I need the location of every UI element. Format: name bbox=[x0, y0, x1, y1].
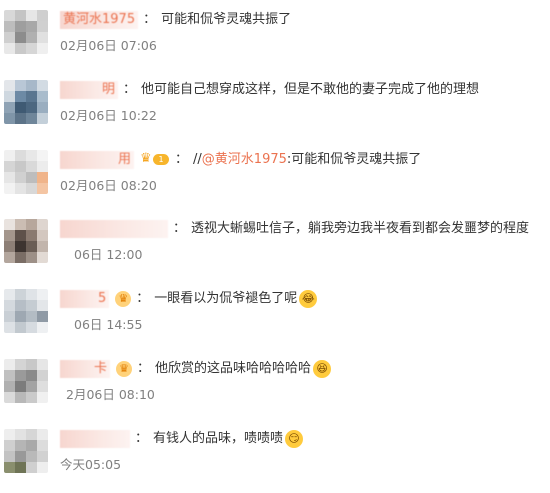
comment-item: 用 ♛ 1 ： //@黄河水1975:可能和侃爷灵魂共振了 02月06日 08:20 bbox=[0, 148, 550, 208]
comment-line: 用 ♛ 1 ： //@黄河水1975:可能和侃爷灵魂共振了 bbox=[60, 150, 421, 170]
comment-line: 黄河水1975 ： 可能和侃爷灵魂共振了 bbox=[60, 10, 291, 30]
comment-text: :可能和侃爷灵魂共振了 bbox=[286, 152, 422, 167]
separator: ： bbox=[136, 291, 150, 306]
avatar[interactable] bbox=[4, 150, 48, 194]
separator: ： bbox=[137, 361, 151, 376]
crown-badge-icon[interactable]: ♛ bbox=[115, 290, 132, 307]
comment-item: 黄河水1975 ： 可能和侃爷灵魂共振了 02月06日 07:06 bbox=[0, 8, 550, 68]
comment-item: ： 有钱人的品味，啧啧啧 😏 今天05:05 bbox=[0, 427, 550, 487]
username[interactable] bbox=[60, 219, 168, 238]
reply-prefix: // bbox=[193, 152, 202, 167]
username[interactable] bbox=[60, 429, 130, 448]
smirk-emoji: 😏 bbox=[285, 429, 304, 448]
separator: ： bbox=[135, 431, 149, 446]
comment-time: 02月06日 07:06 bbox=[60, 38, 157, 53]
username[interactable]: 用 bbox=[60, 150, 135, 169]
comment-time: 2月06日 08:10 bbox=[66, 387, 155, 402]
laughing-tears-emoji: 😂 bbox=[299, 289, 318, 308]
comment-line: ： 透视大蜥蜴吐信子，躺我旁边我半夜看到都会发噩梦的程度 bbox=[60, 219, 529, 239]
comment-text: 可能和侃爷灵魂共振了 bbox=[161, 12, 292, 27]
username[interactable]: 明 bbox=[60, 80, 119, 99]
username[interactable]: 黄河水1975 bbox=[60, 10, 139, 29]
comment-line: 明 ： 他可能自己想穿成这样，但是不敢他的妻子完成了他的理想 bbox=[60, 80, 479, 100]
vip-level-badge[interactable]: ♛ 1 bbox=[140, 152, 170, 167]
comment-item: 明 ： 他可能自己想穿成这样，但是不敢他的妻子完成了他的理想 02月06日 10:2… bbox=[0, 78, 550, 138]
comment-line: ： 有钱人的品味，啧啧啧 😏 bbox=[60, 429, 304, 449]
separator: ： bbox=[123, 82, 137, 97]
comment-time: 02月06日 10:22 bbox=[60, 108, 157, 123]
comment-text: 他欣赏的这品味哈哈哈哈哈 bbox=[155, 361, 312, 376]
separator: ： bbox=[143, 12, 157, 27]
comment-line: 卡 ♛ ： 他欣赏的这品味哈哈哈哈哈 😆 bbox=[60, 359, 332, 379]
avatar[interactable] bbox=[4, 219, 48, 263]
comment-item: ： 透视大蜥蜴吐信子，躺我旁边我半夜看到都会发噩梦的程度 06日 12:00 bbox=[0, 217, 550, 277]
username[interactable]: 卡 bbox=[60, 359, 111, 378]
comment-text: 透视大蜥蜴吐信子，躺我旁边我半夜看到都会发噩梦的程度 bbox=[191, 221, 530, 236]
mention-link[interactable]: @黄河水1975 bbox=[202, 152, 287, 167]
comment-time: 06日 12:00 bbox=[74, 247, 143, 262]
comment-time: 今天05:05 bbox=[60, 457, 122, 472]
comment-text: 有钱人的品味，啧啧啧 bbox=[153, 431, 284, 446]
separator: ： bbox=[175, 152, 189, 167]
avatar[interactable] bbox=[4, 289, 48, 333]
avatar[interactable] bbox=[4, 429, 48, 473]
comment-time: 02月06日 08:20 bbox=[60, 178, 157, 193]
avatar[interactable] bbox=[4, 80, 48, 124]
crown-icon: ♛ bbox=[140, 151, 152, 166]
username[interactable]: 5 bbox=[60, 289, 110, 308]
comment-text: 他可能自己想穿成这样，但是不敢他的妻子完成了他的理想 bbox=[141, 82, 480, 97]
comment-item: 5 ♛ ： 一眼看以为侃爷褪色了呢 😂 06日 14:55 bbox=[0, 287, 550, 347]
comment-item: 卡 ♛ ： 他欣赏的这品味哈哈哈哈哈 😆 2月06日 08:10 bbox=[0, 357, 550, 417]
crown-badge-icon[interactable]: ♛ bbox=[116, 360, 133, 377]
badge-level: 1 bbox=[153, 154, 170, 165]
laughing-emoji: 😆 bbox=[313, 359, 332, 378]
comment-time: 06日 14:55 bbox=[74, 317, 143, 332]
separator: ： bbox=[173, 221, 187, 236]
comment-text: 一眼看以为侃爷褪色了呢 bbox=[154, 291, 298, 306]
comment-line: 5 ♛ ： 一眼看以为侃爷褪色了呢 😂 bbox=[60, 289, 318, 309]
avatar[interactable] bbox=[4, 10, 48, 54]
avatar[interactable] bbox=[4, 359, 48, 403]
